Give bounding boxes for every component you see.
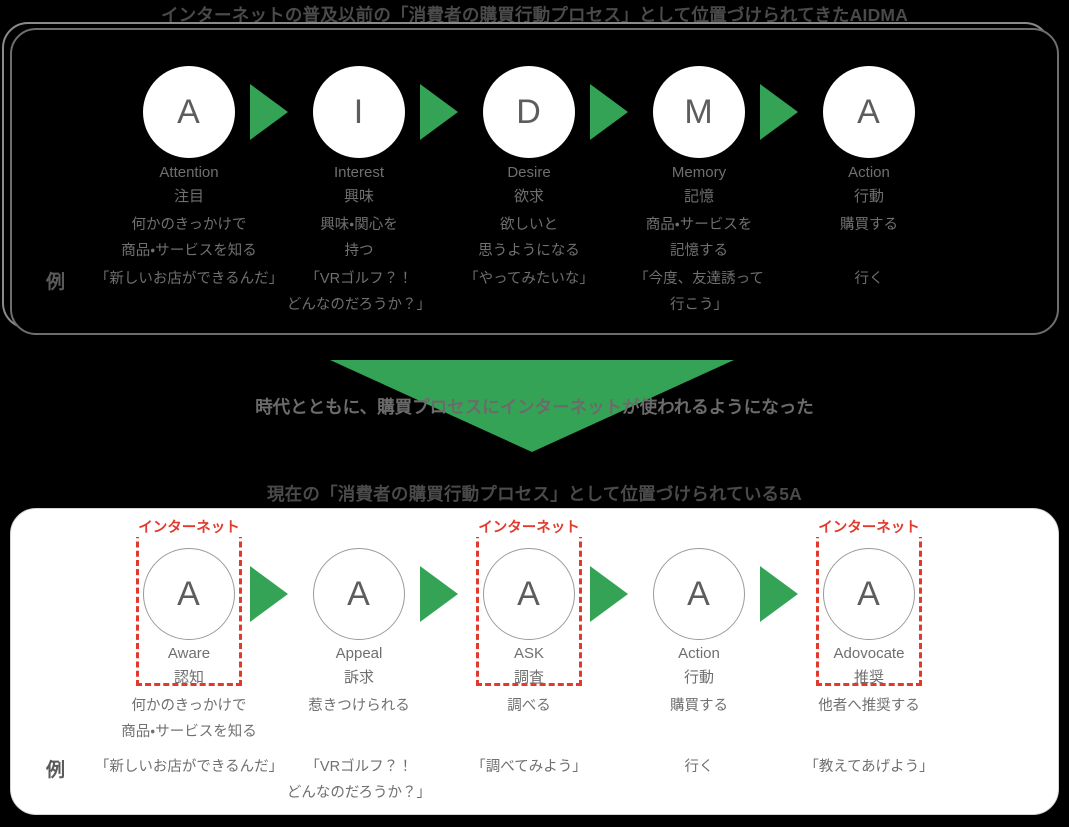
five-a-example-4: 「教えてあげよう」 [754, 754, 984, 780]
aidma-example-1-line2: どんなのだろうか？」 [286, 297, 432, 313]
five-a-example-1-line2: どんなのだろうか？」 [286, 785, 432, 801]
aidma-label-en-2: Desire [507, 164, 551, 181]
aidma-label-en-4: Action [848, 164, 890, 181]
aidma-circle-1: I [313, 66, 405, 158]
aidma-label-jp-1: 興味 [343, 188, 374, 205]
five-a-section-title: 現在の「消費者の購買行動プロセス」として位置づけられている5A [266, 484, 803, 504]
aidma-label-jp-0: 注目 [173, 188, 204, 205]
five-a-label-en-0: Aware [167, 645, 211, 662]
five-a-example-marker: 例 [46, 760, 66, 781]
five-a-desc-4: 他者へ推奨する [764, 693, 974, 719]
five-a-arrow-icon-1 [420, 566, 458, 622]
aidma-label-en-1: Interest [333, 164, 385, 181]
aidma-arrow-icon-2 [590, 84, 628, 140]
five-a-letter-0: A [177, 574, 201, 613]
aidma-letter-4: A [857, 92, 881, 131]
diagram-canvas: インターネットの普及以前の「消費者の購買行動プロセス」として位置づけられてきたA… [0, 0, 1069, 827]
five-a-label-jp-1: 訴求 [343, 669, 374, 686]
five-a-letter-1: A [347, 574, 371, 613]
aidma-arrow-icon-0 [250, 84, 288, 140]
aidma-desc-4: 購買する [764, 212, 974, 238]
five-a-circle-3: A [653, 548, 745, 640]
five-a-letter-4: A [857, 574, 881, 613]
five-a-label-jp-2: 調査 [513, 669, 544, 686]
five-a-desc-4-line1: 他者へ推奨する [818, 698, 920, 714]
aidma-example-3-line2: 行こう」 [670, 297, 728, 313]
transition-caption: 時代とともに、購買プロセスにインターネットが使われるようになった [255, 397, 814, 417]
internet-tag-0: インターネット [104, 516, 274, 537]
five-a-letter-3: A [687, 574, 711, 613]
five-a-label-en-2: ASK [513, 645, 544, 662]
five-a-letter-2: A [517, 574, 541, 613]
aidma-desc-4-line1: 購買する [840, 217, 898, 233]
aidma-letter-1: I [353, 92, 365, 131]
five-a-arrow-icon-2 [590, 566, 628, 622]
internet-tag-2: インターネット [444, 516, 614, 537]
aidma-example-4: 行く [754, 266, 984, 292]
five-a-label-jp-4: 推奨 [853, 669, 884, 686]
five-a-label-jp-0: 認知 [173, 669, 204, 686]
five-a-desc-0-line2: 商品・サービスを知る [121, 724, 257, 740]
five-a-arrow-icon-0 [250, 566, 288, 622]
aidma-label-jp-2: 欲求 [513, 188, 544, 205]
aidma-arrow-icon-1 [420, 84, 458, 140]
five-a-circle-4: A [823, 548, 915, 640]
five-a-circle-0: A [143, 548, 235, 640]
aidma-circle-2: D [483, 66, 575, 158]
five-a-label-en-1: Appeal [335, 645, 383, 662]
aidma-label-jp-4: 行動 [853, 188, 884, 205]
five-a-label-jp-3: 行動 [683, 669, 714, 686]
five-a-circle-2: A [483, 548, 575, 640]
five-a-label-en-3: Action [678, 645, 720, 662]
five-a-label-en-4: Adovocate [833, 645, 905, 662]
aidma-example-4-line1: 行く [854, 271, 884, 287]
aidma-letter-2: D [516, 92, 542, 131]
five-a-circle-1: A [313, 548, 405, 640]
five-a-example-4-line1: 「教えてあげよう」 [804, 759, 934, 775]
five-a-arrow-icon-3 [760, 566, 798, 622]
aidma-letter-3: M [684, 92, 714, 131]
aidma-circle-3: M [653, 66, 745, 158]
aidma-label-en-0: Attention [159, 164, 219, 181]
aidma-label-jp-3: 記憶 [683, 188, 714, 205]
aidma-desc-3-line2: 記憶する [670, 243, 728, 259]
aidma-example-marker: 例 [46, 272, 66, 293]
internet-tag-4: インターネット [784, 516, 954, 537]
aidma-circle-4: A [823, 66, 915, 158]
aidma-letter-0: A [177, 92, 201, 131]
aidma-circle-0: A [143, 66, 235, 158]
aidma-arrow-icon-3 [760, 84, 798, 140]
aidma-label-en-3: Memory [671, 164, 727, 181]
